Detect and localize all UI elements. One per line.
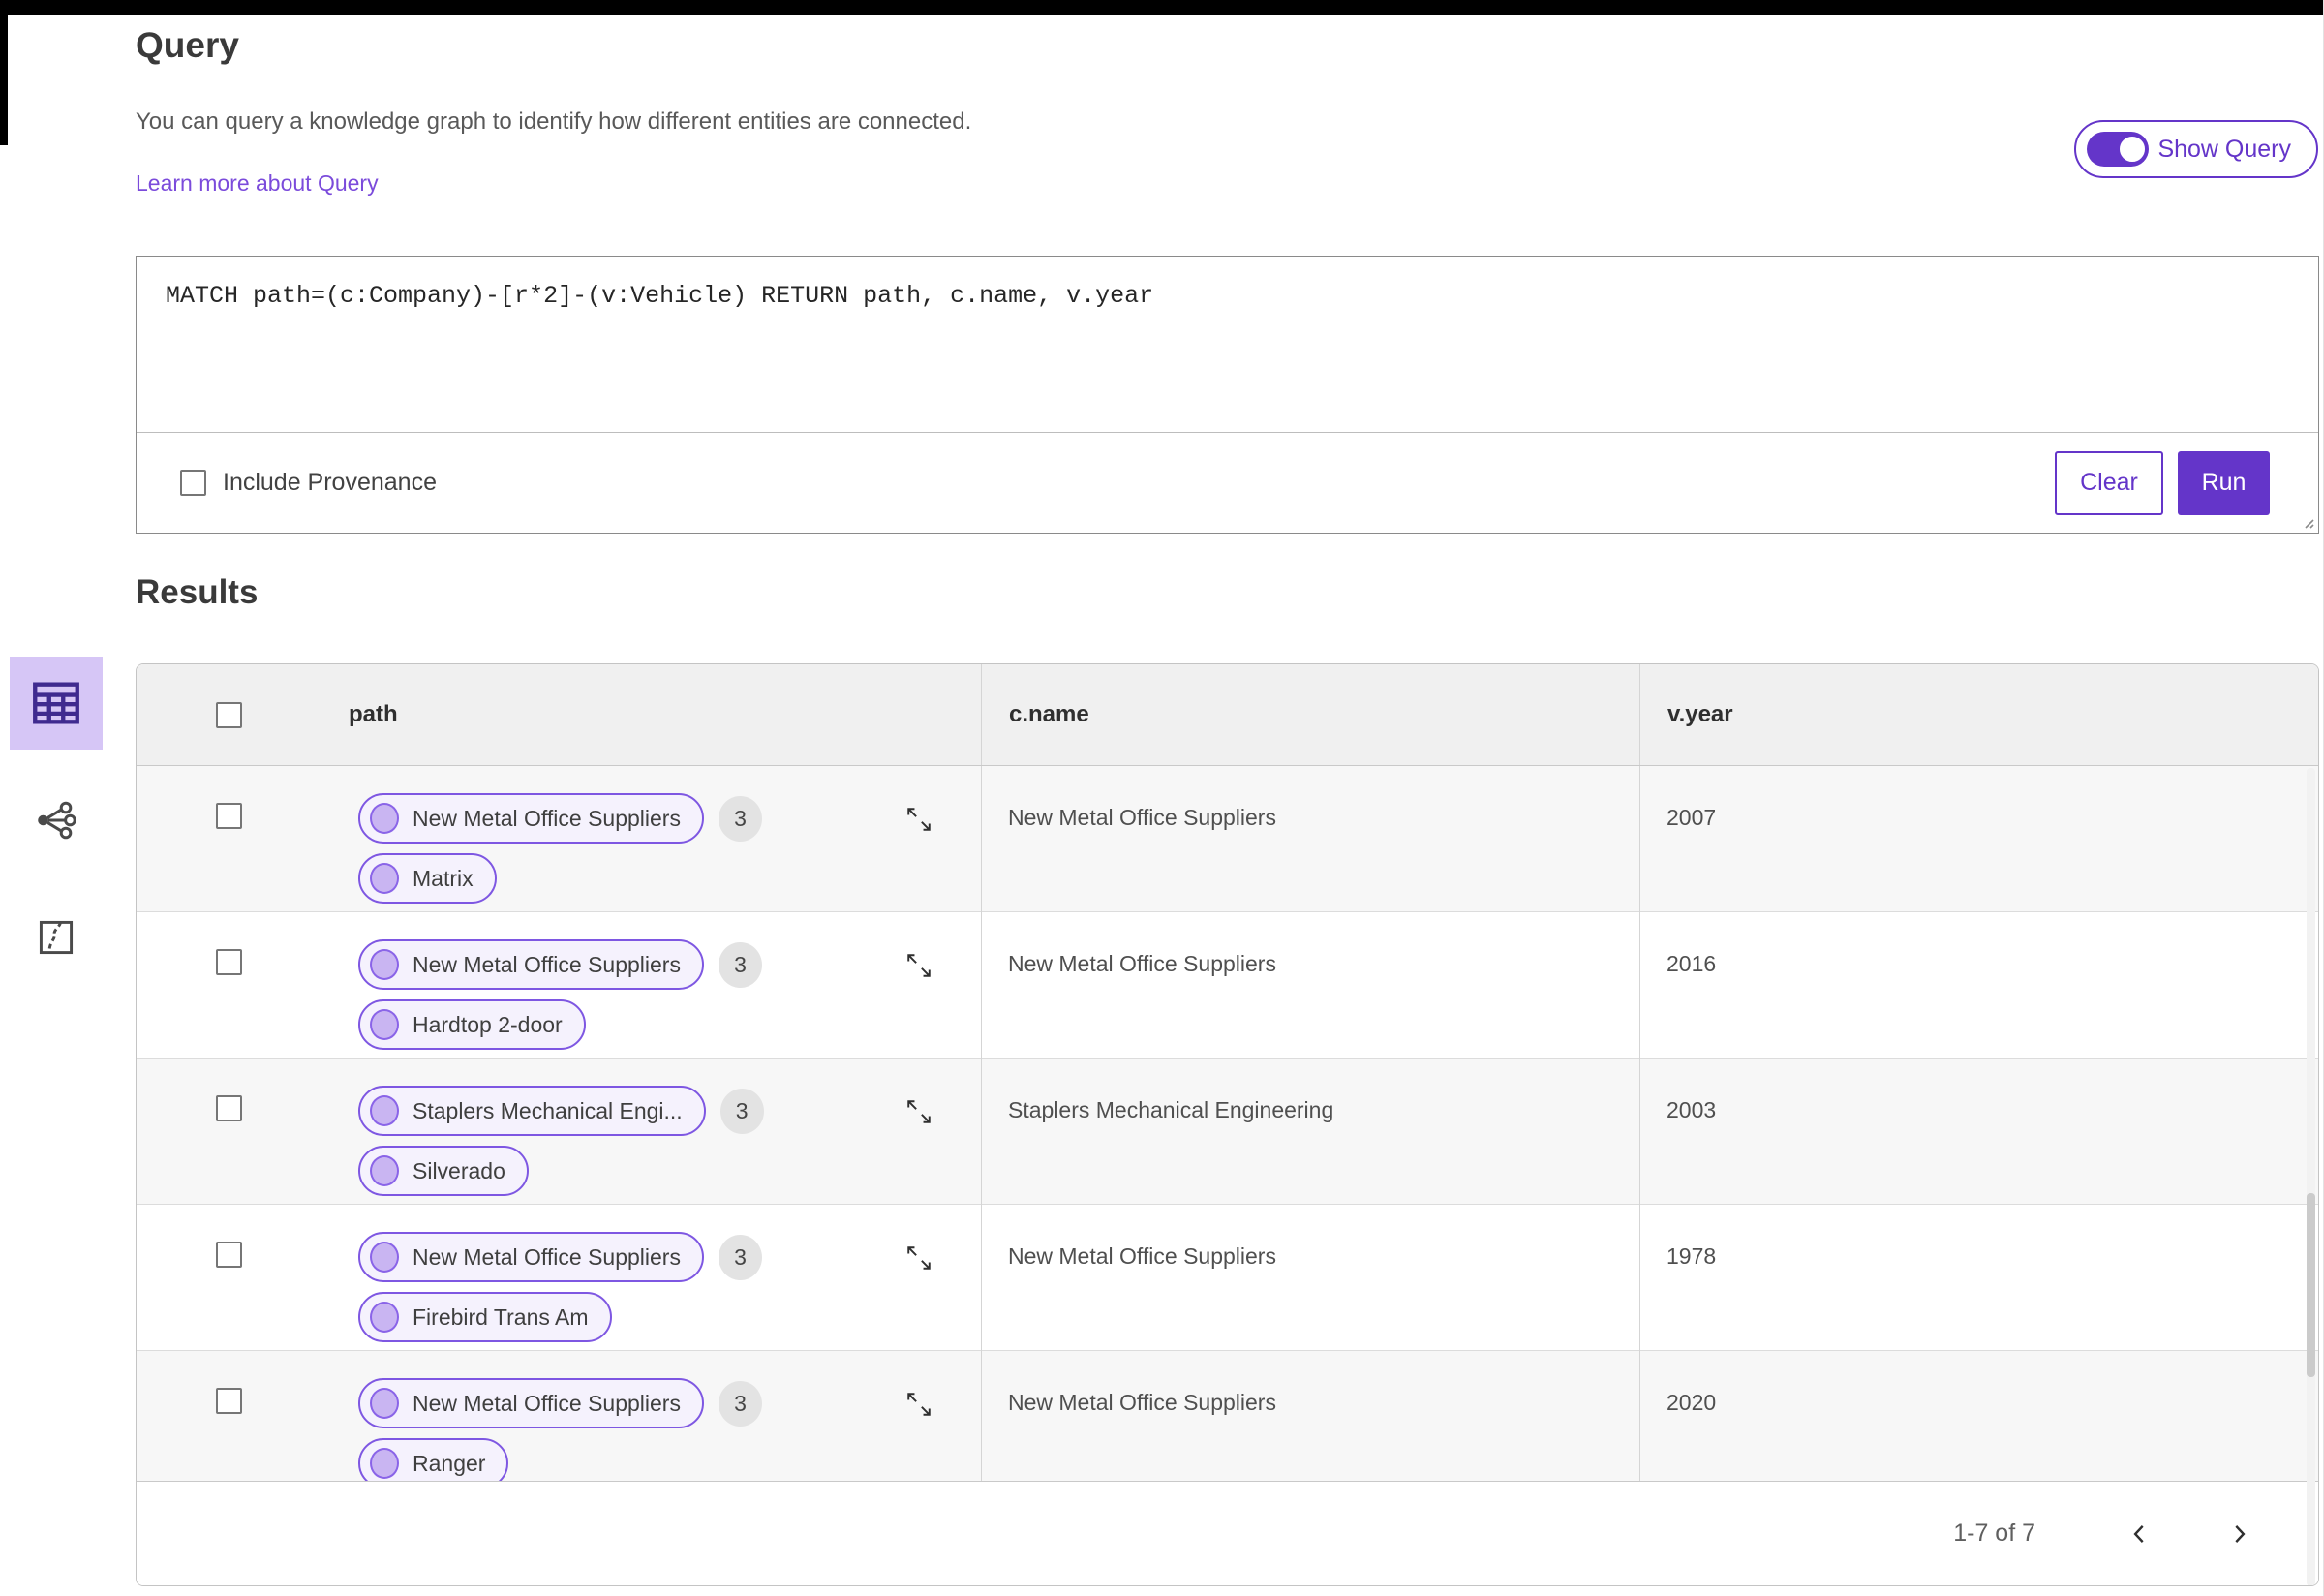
select-all-checkbox[interactable] xyxy=(215,701,242,728)
node-dot-icon xyxy=(370,1302,399,1333)
column-header-path: path xyxy=(321,664,981,765)
results-table: path c.name v.year New Metal Office Supp… xyxy=(136,663,2319,1586)
node-dot-icon xyxy=(370,1095,399,1126)
column-header-vyear: v.year xyxy=(1639,664,2318,765)
cname-cell: New Metal Office Suppliers xyxy=(981,1205,1639,1352)
page-title: Query xyxy=(136,25,239,65)
entity-pill[interactable]: New Metal Office Suppliers xyxy=(358,939,704,990)
row-checkbox[interactable] xyxy=(215,1242,242,1268)
show-query-label: Show Query xyxy=(2157,135,2291,163)
toggle-track-icon[interactable] xyxy=(2087,132,2150,167)
node-dot-icon xyxy=(370,949,399,980)
entity-pill[interactable]: Silverado xyxy=(358,1146,529,1196)
expand-diagonal-icon[interactable] xyxy=(902,1388,935,1421)
include-provenance-label: Include Provenance xyxy=(223,469,437,496)
table-row: New Metal Office Suppliers 3 Firebird Tr… xyxy=(137,1205,2318,1352)
pagination-range-label: 1-7 of 7 xyxy=(1953,1519,2035,1547)
table-row: Staplers Mechanical Engi... 3 Silverado … xyxy=(137,1059,2318,1206)
table-icon xyxy=(33,682,79,724)
entity-pill[interactable]: New Metal Office Suppliers xyxy=(358,793,704,844)
vyear-cell: 2007 xyxy=(1639,766,2318,913)
path-count-badge: 3 xyxy=(719,1088,764,1134)
cname-cell: Staplers Mechanical Engineering xyxy=(981,1059,1639,1206)
query-footer: Include Provenance Clear Run xyxy=(137,432,2318,533)
clear-button[interactable]: Clear xyxy=(2055,450,2163,515)
vyear-cell: 2016 xyxy=(1639,912,2318,1059)
node-dot-icon xyxy=(370,863,399,894)
learn-more-link[interactable]: Learn more about Query xyxy=(136,170,379,197)
query-panel: MATCH path=(c:Company)-[r*2]-(v:Vehicle)… xyxy=(136,256,2319,534)
query-editor[interactable]: MATCH path=(c:Company)-[r*2]-(v:Vehicle)… xyxy=(137,257,2318,432)
vyear-cell: 2003 xyxy=(1639,1059,2318,1206)
route-map-icon xyxy=(39,920,74,955)
table-view-button[interactable] xyxy=(10,657,103,750)
entity-pill[interactable]: Ranger xyxy=(358,1438,509,1481)
entity-pill[interactable]: New Metal Office Suppliers xyxy=(358,1232,704,1282)
cname-cell: New Metal Office Suppliers xyxy=(981,912,1639,1059)
scrollbar-thumb[interactable] xyxy=(2307,1193,2315,1378)
map-view-button[interactable] xyxy=(10,891,103,984)
path-count-badge: 3 xyxy=(718,941,762,988)
cname-cell: New Metal Office Suppliers xyxy=(981,766,1639,913)
row-checkbox[interactable] xyxy=(215,1388,242,1414)
row-checkbox[interactable] xyxy=(215,949,242,975)
network-icon xyxy=(38,801,76,840)
expand-diagonal-icon[interactable] xyxy=(902,1242,935,1274)
expand-diagonal-icon[interactable] xyxy=(902,1095,935,1128)
entity-pill[interactable]: Firebird Trans Am xyxy=(358,1292,612,1342)
path-count-badge: 3 xyxy=(718,1380,762,1427)
entity-pill[interactable]: New Metal Office Suppliers xyxy=(358,1378,704,1428)
entity-pill[interactable]: Matrix xyxy=(358,853,497,904)
window-top-bar xyxy=(0,0,2323,15)
graph-view-button[interactable] xyxy=(10,774,103,867)
column-header-cname: c.name xyxy=(981,664,1639,765)
vyear-cell: 2020 xyxy=(1639,1351,2318,1481)
window-left-edge xyxy=(0,0,8,145)
entity-pill[interactable]: Hardtop 2-door xyxy=(358,999,586,1050)
toggle-knob[interactable] xyxy=(2117,134,2149,165)
entity-pill[interactable]: Staplers Mechanical Engi... xyxy=(358,1086,706,1136)
page-description: You can query a knowledge graph to ident… xyxy=(136,108,972,135)
resize-grip-icon[interactable] xyxy=(2299,513,2314,529)
table-scrollbar[interactable] xyxy=(2307,768,2315,1585)
cname-cell: New Metal Office Suppliers xyxy=(981,1351,1639,1481)
row-checkbox[interactable] xyxy=(215,803,242,829)
expand-diagonal-icon[interactable] xyxy=(902,803,935,836)
node-dot-icon xyxy=(370,1155,399,1186)
results-title: Results xyxy=(136,573,259,611)
node-dot-icon xyxy=(370,1009,399,1040)
expand-diagonal-icon[interactable] xyxy=(902,949,935,982)
node-dot-icon xyxy=(370,1448,399,1479)
node-dot-icon xyxy=(370,1388,399,1419)
row-checkbox[interactable] xyxy=(215,1095,242,1121)
table-pagination: 1-7 of 7 xyxy=(137,1481,2318,1585)
query-page: Query You can query a knowledge graph to… xyxy=(0,0,2324,1596)
table-row: New Metal Office Suppliers 3 Ranger New … xyxy=(137,1351,2318,1481)
table-row: New Metal Office Suppliers 3 Hardtop 2-d… xyxy=(137,912,2318,1059)
run-button[interactable]: Run xyxy=(2178,450,2270,515)
chevron-left-icon[interactable] xyxy=(2121,1515,2159,1553)
vyear-cell: 1978 xyxy=(1639,1205,2318,1352)
include-provenance-checkbox[interactable] xyxy=(180,470,206,496)
show-query-toggle[interactable]: Show Query xyxy=(2074,120,2318,178)
chevron-right-icon[interactable] xyxy=(2219,1515,2258,1553)
results-view-rail xyxy=(10,657,103,1008)
path-count-badge: 3 xyxy=(718,795,762,842)
node-dot-icon xyxy=(370,803,399,834)
table-row: New Metal Office Suppliers 3 Matrix New … xyxy=(137,766,2318,913)
path-count-badge: 3 xyxy=(718,1234,762,1280)
table-header-row: path c.name v.year xyxy=(137,664,2318,766)
node-dot-icon xyxy=(370,1242,399,1273)
